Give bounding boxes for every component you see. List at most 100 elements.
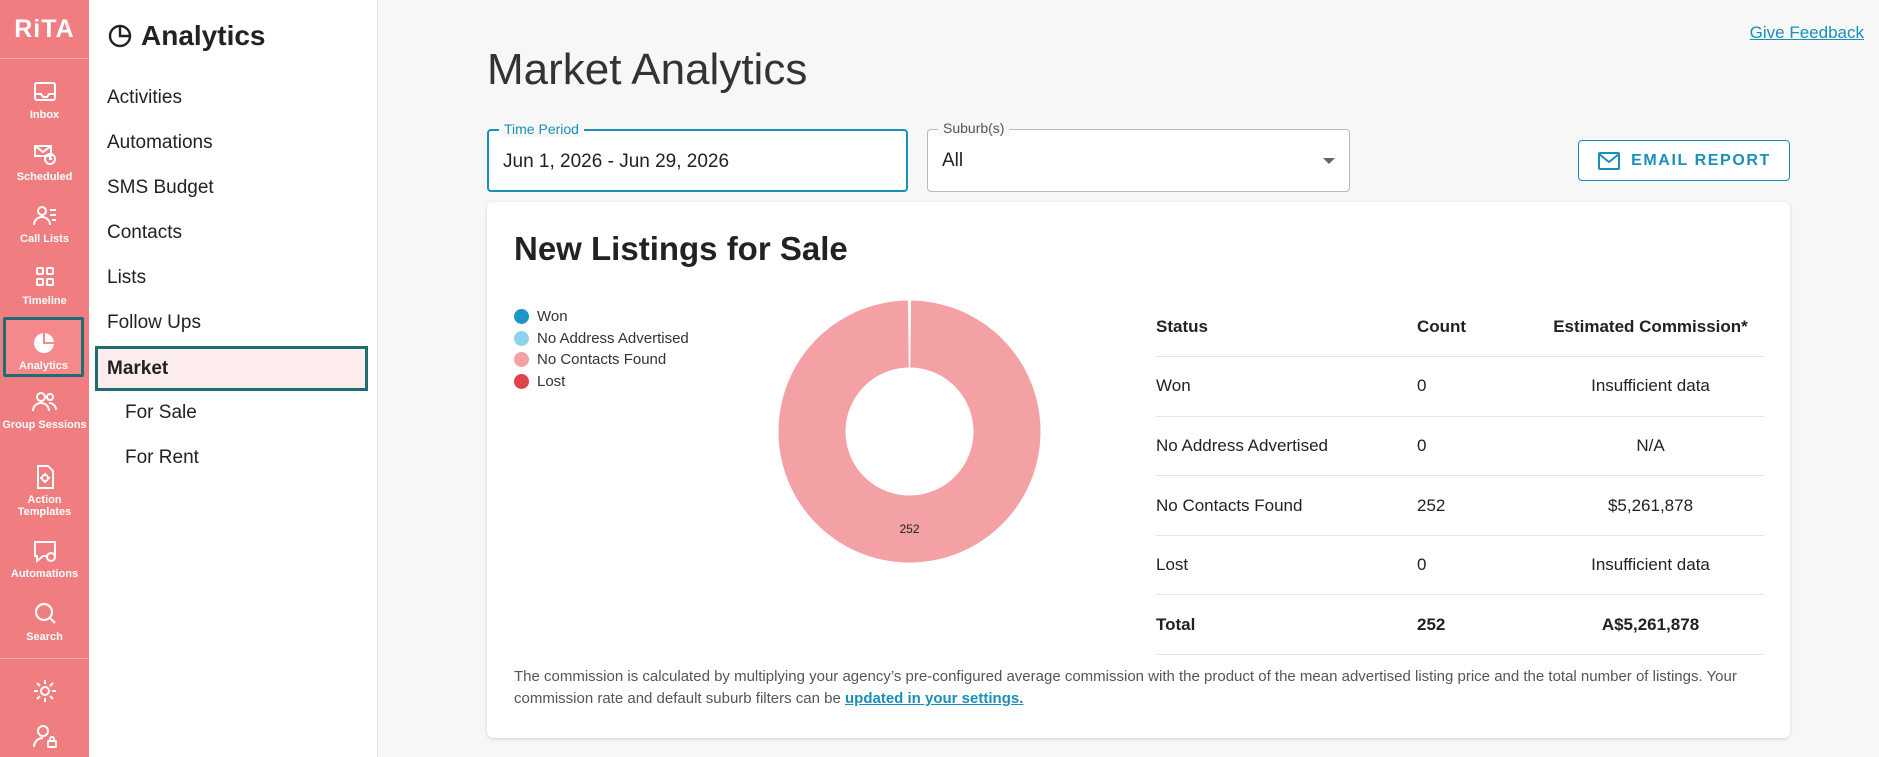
suburbs-value: All [942,150,964,171]
group-sessions-icon [31,392,57,412]
cell-count: 252 [1417,475,1537,536]
settings-icon [33,680,56,702]
legend-item-no-contacts-found[interactable]: No Contacts Found [514,349,689,371]
legend-label: No Contacts Found [537,351,667,369]
scheduled-icon [33,145,56,165]
table-row: Won 0 Insufficient data [1156,356,1764,417]
cell-commission: $5,261,878 [1537,475,1764,536]
search-icon [34,602,56,624]
time-period-label: Time Period [499,121,584,137]
card-title: New Listings for Sale [514,230,848,267]
rail-item-inbox[interactable]: Inbox [0,78,89,121]
table-row: No Contacts Found 252 $5,261,878 [1156,475,1764,536]
subnav-item-for-rent[interactable]: For Rent [125,447,199,469]
rail-item-automations[interactable]: Automations [0,537,89,580]
automations-icon [33,541,56,564]
cell-total-label: Total [1156,594,1417,656]
page-title: Market Analytics [487,45,808,94]
listings-table: Status Count Estimated Commission* Won 0… [1156,297,1764,656]
legend-swatch [514,309,529,325]
rail-item-label: Group Sessions [2,419,87,431]
table-total-row: Total 252 A$5,261,878 [1156,594,1764,656]
legend-item-no-address-advertised[interactable]: No Address Advertised [514,328,689,350]
rail-item-scheduled[interactable]: Scheduled [0,140,89,183]
rail-item-timeline[interactable]: Timeline [0,264,89,307]
subnav-item-lists[interactable]: Lists [107,267,146,289]
legend-swatch [514,373,529,389]
rail-divider [0,658,89,659]
table-row: Lost 0 Insufficient data [1156,535,1764,596]
cell-total-commission: A$5,261,878 [1537,594,1764,656]
rail-item-label: Automations [10,568,79,580]
legend-label: Won [537,308,568,326]
cell-total-count: 252 [1417,594,1537,656]
caret-down-icon [1323,158,1335,164]
new-listings-card: New Listings for Sale Won No Address Adv… [487,202,1790,738]
cell-status: Won [1156,356,1417,417]
header-estimated-commission: Estimated Commission* [1537,297,1764,358]
cell-commission: Insufficient data [1537,535,1764,596]
subnav-item-activities[interactable]: Activities [107,87,182,109]
call-lists-icon [32,206,56,226]
give-feedback-link[interactable]: Give Feedback [1750,23,1864,43]
cell-status: No Contacts Found [1156,475,1417,536]
cell-commission: N/A [1537,416,1764,477]
analytics-icon [33,333,54,353]
suburbs-select[interactable]: Suburb(s) All [927,120,1350,192]
rail-item-analytics[interactable]: Analytics [3,317,84,377]
subnav-item-automations[interactable]: Automations [107,132,213,154]
cell-status: No Address Advertised [1156,416,1417,477]
subnav-title-text: Analytics [141,20,266,51]
action-templates-icon [36,465,54,489]
rail-item-label: Action Templates [17,494,72,518]
commission-note: The commission is calculated by multiply… [514,666,1774,710]
app-logo[interactable]: RiTA [0,0,89,59]
cell-count: 0 [1417,416,1537,477]
rail-item-label: Analytics [19,360,68,372]
cell-count: 0 [1417,535,1537,596]
legend-item-lost[interactable]: Lost [514,371,689,393]
cell-count: 0 [1417,356,1537,417]
mail-icon [1598,151,1621,170]
timeline-icon [35,267,54,286]
table-row: No Address Advertised 0 N/A [1156,416,1764,477]
subnav-item-market[interactable]: Market [95,346,368,391]
rail-item-label: Timeline [22,295,67,307]
rail-item-label: Scheduled [16,171,73,183]
header-status: Status [1156,297,1417,358]
rail-account-button[interactable] [0,722,89,753]
suburbs-label: Suburb(s) [938,120,1010,136]
rail-item-label: Search [26,631,63,643]
legend-swatch [514,352,529,368]
legend-item-won[interactable]: Won [514,306,689,328]
subnav-item-follow-ups[interactable]: Follow Ups [107,312,201,334]
email-report-button[interactable]: EMAIL REPORT [1578,140,1790,181]
subnav-item-for-sale[interactable]: For Sale [125,402,197,424]
rail-item-group-sessions[interactable]: Group Sessions [0,388,89,431]
rail-item-call-lists[interactable]: Call Lists [0,202,89,245]
commission-note-text: The commission is calculated by multiply… [514,668,1737,707]
rail-item-label: Inbox [29,109,60,121]
pie-chart-icon [108,24,132,48]
rail-item-action-templates[interactable]: Action Templates [0,463,89,518]
header-count: Count [1417,297,1537,358]
legend-swatch [514,330,529,346]
chart-legend: Won No Address Advertised No Contacts Fo… [514,306,689,392]
rail-item-search[interactable]: Search [0,600,89,643]
rail-item-label: Call Lists [20,233,69,245]
subnav-item-sms-budget[interactable]: SMS Budget [107,177,214,199]
subnav-item-contacts[interactable]: Contacts [107,222,182,244]
cell-status: Lost [1156,535,1417,596]
table-header-row: Status Count Estimated Commission* [1156,297,1764,358]
inbox-icon [33,82,56,101]
legend-label: Lost [537,372,566,390]
time-period-value: Jun 1, 2026 - Jun 29, 2026 [503,151,730,172]
rail-settings-button[interactable] [0,677,89,708]
donut-chart: 252 [778,300,1041,563]
app-rail: RiTA Inbox Scheduled Call Lists Timeline… [0,0,89,757]
time-period-field[interactable]: Time Period Jun 1, 2026 - Jun 29, 2026 [487,121,908,192]
legend-label: No Address Advertised [537,329,689,347]
subnav-title: Analytics [107,20,266,52]
cell-commission: Insufficient data [1537,356,1764,417]
settings-link[interactable]: updated in your settings. [845,690,1023,707]
